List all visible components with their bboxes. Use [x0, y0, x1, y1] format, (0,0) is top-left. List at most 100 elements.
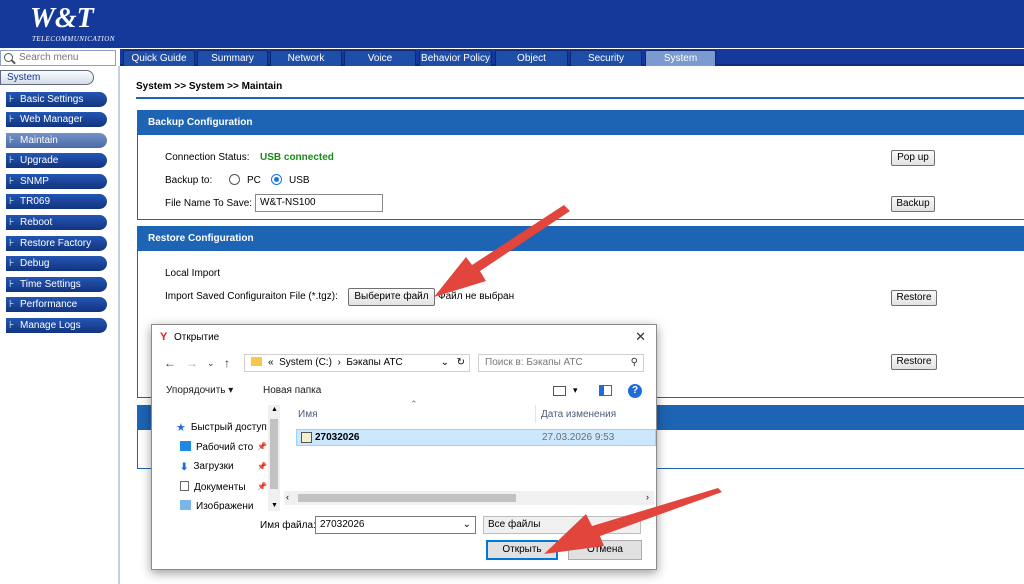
filetype-select[interactable]: Все файлы: [483, 516, 641, 534]
backup-to-label: Backup to:: [165, 175, 213, 186]
view-dropdown-icon[interactable]: ▾: [573, 385, 578, 396]
sidebar-item-web-manager[interactable]: ⊦ Web Manager: [6, 112, 107, 127]
search-icon: ⚲: [630, 357, 638, 368]
sidebar-root-system[interactable]: System: [0, 70, 94, 85]
restore-panel-title: Restore Configuration: [138, 227, 1024, 251]
search-icon: [4, 53, 13, 62]
sort-chevron-icon: ⌃: [410, 399, 418, 409]
scroll-left-icon[interactable]: ‹: [286, 492, 289, 502]
top-tab-bar: Quick Guide Summary Network Voice Behavi…: [120, 49, 1024, 66]
connection-status-value: USB connected: [260, 152, 334, 163]
tab-network[interactable]: Network: [270, 50, 342, 66]
sidebar-item-upgrade[interactable]: ⊦ Upgrade: [6, 153, 107, 168]
open-button[interactable]: Открыть: [486, 540, 558, 560]
document-icon: [180, 481, 189, 491]
tab-security[interactable]: Security: [570, 50, 642, 66]
breadcrumb: System >> System >> Maintain: [136, 81, 283, 92]
app-header: W&T TELECOMMUNICATION: [0, 0, 1024, 48]
download-icon: ⬇: [180, 462, 189, 473]
file-date: 27.03.2026 9:53: [542, 432, 615, 443]
dialog-title: Открытие: [174, 332, 220, 343]
horizontal-scrollbar-thumb[interactable]: [298, 494, 516, 502]
backup-panel-title: Backup Configuration: [138, 111, 1024, 135]
search-menu-input[interactable]: Search menu: [0, 50, 116, 66]
sidebar-item-reboot[interactable]: ⊦ Reboot: [6, 215, 107, 230]
sidebar-item-debug[interactable]: ⊦ Debug: [6, 256, 107, 271]
path-segment-drive[interactable]: System (C:): [279, 357, 332, 368]
refresh-icon[interactable]: ↻: [457, 355, 465, 371]
brand-logo: W&T: [30, 3, 94, 34]
column-separator: [535, 405, 536, 423]
tab-quick-guide[interactable]: Quick Guide: [123, 50, 195, 66]
tab-voice[interactable]: Voice: [344, 50, 416, 66]
tab-summary[interactable]: Summary: [197, 50, 268, 66]
backup-usb-radio[interactable]: [271, 174, 282, 185]
pin-icon: 📌: [257, 462, 267, 471]
up-arrow-icon[interactable]: ↑: [224, 356, 230, 370]
nav-quick-access[interactable]: ★ Быстрый доступ: [176, 421, 267, 434]
choose-file-button[interactable]: Выберите файл: [348, 288, 435, 306]
file-row[interactable]: 27032026 27.03.2026 9:53: [296, 429, 656, 446]
sidebar-item-snmp-management[interactable]: ⊦SNMP Management: [6, 174, 107, 202]
scroll-right-icon[interactable]: ›: [646, 492, 649, 502]
file-name: 27032026: [315, 432, 360, 443]
backup-pc-radio[interactable]: [229, 174, 240, 185]
nav-scrollbar-thumb[interactable]: [270, 419, 278, 489]
connection-status-label: Connection Status:: [165, 152, 250, 163]
search-placeholder: Search menu: [19, 52, 79, 63]
recent-chevron-icon[interactable]: ⌄: [207, 358, 215, 369]
nav-desktop[interactable]: Рабочий сто: [180, 441, 253, 453]
forward-arrow-icon[interactable]: →: [186, 356, 198, 370]
scroll-down-icon[interactable]: ▼: [271, 502, 278, 509]
back-arrow-icon[interactable]: ←: [164, 356, 176, 370]
local-import-label: Local Import: [165, 268, 221, 279]
sidebar-item-tr069[interactable]: ⊦ TR069: [6, 194, 107, 209]
star-icon: ★: [176, 422, 186, 434]
preview-pane-icon[interactable]: [599, 385, 612, 396]
file-name-to-save-input[interactable]: W&T-NS100: [255, 194, 383, 212]
view-options-icon[interactable]: [553, 386, 566, 396]
new-folder-button[interactable]: Новая папка: [263, 385, 321, 396]
restore-button[interactable]: Restore: [891, 290, 937, 306]
pin-icon: 📌: [257, 482, 267, 491]
open-file-dialog: Y Открытие ✕ ← → ⌄ ↑ « System (C:) › Бэк…: [151, 324, 657, 570]
archive-file-icon: [301, 432, 312, 443]
nav-documents[interactable]: Документы: [180, 481, 246, 493]
sidebar-item-maintain[interactable]: ⊦ Maintain: [6, 133, 107, 148]
sidebar-item-performance[interactable]: ⊦ Performance: [6, 297, 107, 312]
desktop-icon: [180, 441, 191, 451]
sidebar: System ⊦ Basic Settings ⊦ Web Manager ⊦ Mai…: [0, 66, 120, 584]
filename-label: Имя файла:: [260, 520, 316, 531]
address-bar[interactable]: « System (C:) › Бэкапы АТС ⌄ ↻: [244, 354, 470, 372]
sidebar-item-basic-settings[interactable]: ⊦ Basic Settings: [6, 92, 107, 107]
organize-menu[interactable]: Упорядочить ▾: [166, 385, 233, 396]
sidebar-item-time-settings[interactable]: ⊦ Time Settings: [6, 277, 107, 292]
nav-downloads[interactable]: ⬇ Загрузки: [180, 461, 234, 473]
sidebar-item-manage-logs[interactable]: ⊦ Manage Logs: [6, 318, 107, 333]
nav-images[interactable]: Изображени: [180, 500, 253, 510]
column-header-name[interactable]: Имя: [298, 409, 317, 420]
breadcrumb-divider: [136, 97, 1024, 99]
cancel-button[interactable]: Отмена: [568, 540, 642, 560]
filename-input[interactable]: 27032026 ⌄: [315, 516, 476, 534]
column-header-date[interactable]: Дата изменения: [541, 409, 616, 420]
dialog-search-input[interactable]: Поиск в: Бэкапы АТС ⚲: [478, 354, 644, 372]
tab-object[interactable]: Object: [495, 50, 568, 66]
sidebar-item-restore-factory[interactable]: ⊦ Restore Factory: [6, 236, 107, 251]
image-icon: [180, 500, 191, 510]
close-icon[interactable]: ✕: [635, 329, 646, 345]
no-file-chosen-text: Файл не выбран: [438, 291, 515, 302]
backup-button[interactable]: Backup: [891, 196, 935, 212]
restore-button-secondary[interactable]: Restore: [891, 354, 937, 370]
scroll-up-icon[interactable]: ▲: [271, 406, 278, 413]
tab-system[interactable]: System: [645, 50, 716, 66]
help-icon[interactable]: ?: [628, 384, 642, 398]
browser-logo-icon: Y: [160, 331, 168, 343]
popup-button[interactable]: Pop up: [891, 150, 935, 166]
file-name-to-save-label: File Name To Save:: [165, 198, 253, 209]
path-segment-folder[interactable]: Бэкапы АТС: [346, 357, 402, 368]
address-dropdown-icon[interactable]: ⌄: [441, 355, 449, 371]
brand-subtitle: TELECOMMUNICATION: [32, 35, 115, 43]
tab-behavior-policy[interactable]: Behavior Policy: [419, 50, 492, 66]
chevron-down-icon[interactable]: ⌄: [463, 517, 471, 533]
